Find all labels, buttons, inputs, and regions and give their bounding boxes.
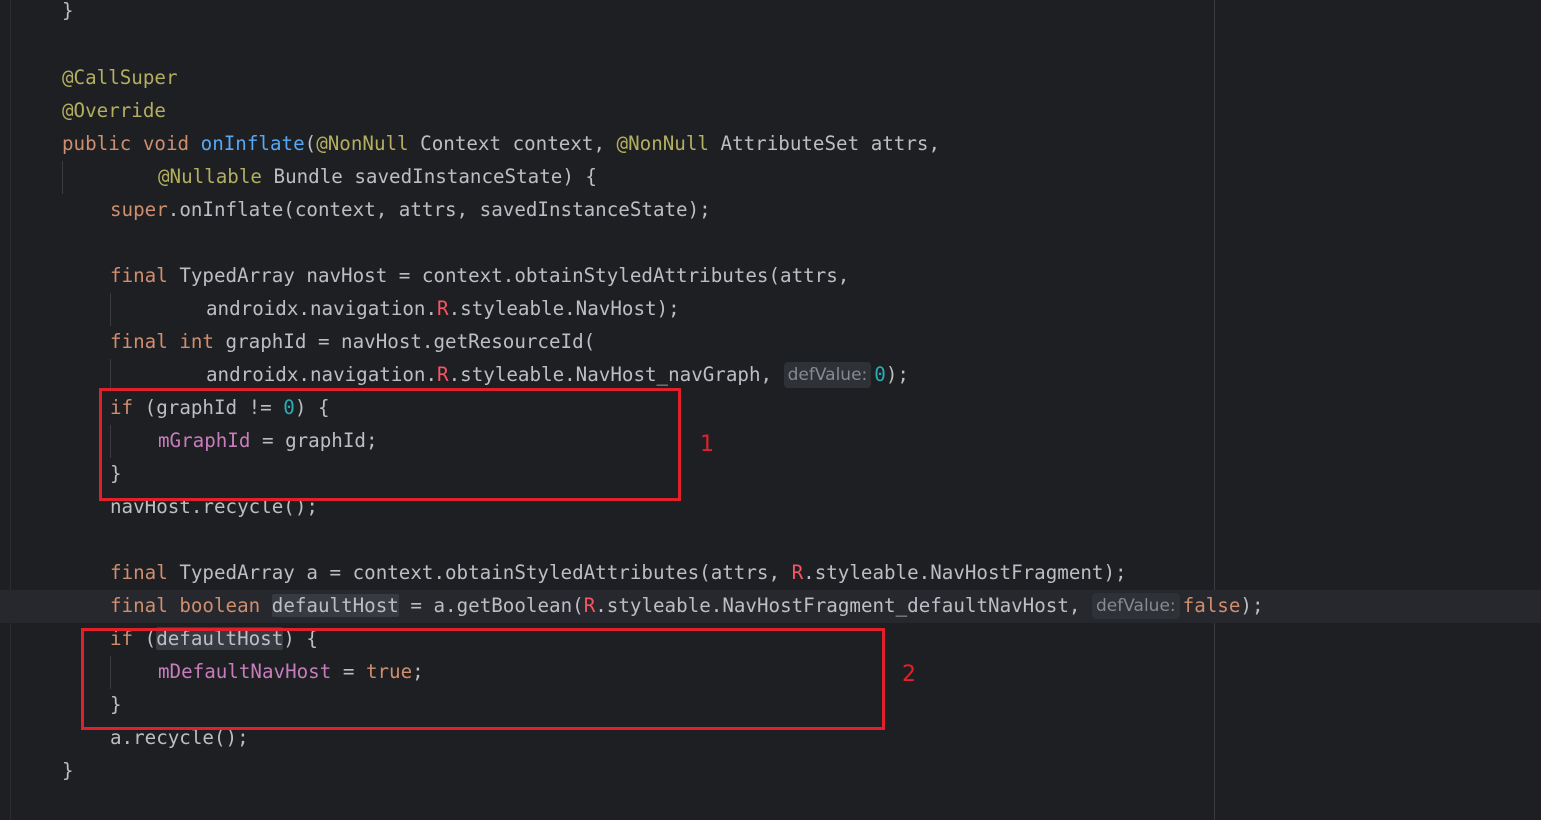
code-line[interactable]: final int graphId = navHost.getResourceI… [110,325,595,358]
highlighted-variable: defaultHost [271,594,399,617]
code-text: .styleable.NavHostFragment_defaultNavHos… [595,594,1092,617]
parameter-hint: defValue: [783,362,872,388]
highlight-box-1 [99,388,681,501]
code-text: .onInflate(context, attrs, savedInstance… [167,198,711,221]
code-line[interactable]: @Nullable Bundle savedInstanceState) { [158,160,597,193]
code-text: androidx.navigation. [206,363,438,386]
code-text: androidx.navigation. [206,297,438,320]
keyword: int [179,330,214,353]
annotation: @NonNull [616,132,709,155]
code-text: ( [304,132,317,155]
code-line[interactable]: androidx.navigation.R.styleable.NavHost_… [206,358,909,391]
code-line[interactable]: final TypedArray a = context.obtainStyle… [110,556,1127,589]
keyword: public [62,132,132,155]
code-text: .styleable.NavHost_navGraph, [448,363,784,386]
code-line[interactable]: final boolean defaultHost = a.getBoolean… [110,589,1264,622]
method-name: onInflate [200,132,305,155]
brace: } [62,759,74,782]
code-line[interactable]: @Override [62,94,166,127]
code-text: Bundle savedInstanceState) { [261,165,597,188]
indent-guide [110,293,111,326]
keyword: final [110,330,168,353]
code-text: AttributeSet attrs, [708,132,941,155]
code-text: Context context, [408,132,617,155]
annotation: @NonNull [316,132,409,155]
code-line[interactable]: super.onInflate(context, attrs, savedIns… [110,193,711,226]
keyword: final [110,561,168,584]
code-line[interactable]: final TypedArray navHost = context.obtai… [110,259,849,292]
indent-guide [62,161,63,194]
annotation: @CallSuper [62,66,178,89]
code-text: .styleable.NavHost); [448,297,680,320]
keyword: void [142,132,190,155]
code-text: = a.getBoolean( [398,594,584,617]
number-literal: 0 [874,363,886,386]
r-class: R [583,594,596,617]
keyword: boolean [179,594,261,617]
code-line[interactable]: androidx.navigation.R.styleable.NavHost)… [206,292,680,325]
parameter-hint: defValue: [1091,593,1180,619]
r-class: R [437,363,449,386]
code-text: ); [885,363,909,386]
keyword: final [110,264,168,287]
code-text: ); [1240,594,1264,617]
brace: } [62,0,74,22]
highlight-box-2 [81,628,885,730]
keyword: final [110,594,168,617]
code-line[interactable]: } [62,0,74,27]
code-text: TypedArray a = context.obtainStyledAttri… [167,561,792,584]
code-line[interactable]: public void onInflate(@NonNull Context c… [62,127,940,160]
keyword: super [110,198,168,221]
annotation-marker-2: 2 [902,662,916,687]
code-editor[interactable]: } @CallSuper @Override public void onInf… [0,0,1541,820]
annotation-marker-1: 1 [700,432,714,457]
code-text: graphId = navHost.getResourceId( [213,330,596,353]
r-class: R [791,561,804,584]
code-line[interactable]: } [62,754,74,787]
gutter-divider [10,0,11,820]
code-text: TypedArray navHost = context.obtainStyle… [167,264,850,287]
keyword: false [1182,594,1241,617]
r-class: R [437,297,449,320]
right-margin-guide [1214,0,1215,820]
annotation: @Override [62,99,166,122]
annotation: @Nullable [158,165,262,188]
code-line[interactable]: @CallSuper [62,61,178,94]
code-text: .styleable.NavHostFragment); [803,561,1127,584]
